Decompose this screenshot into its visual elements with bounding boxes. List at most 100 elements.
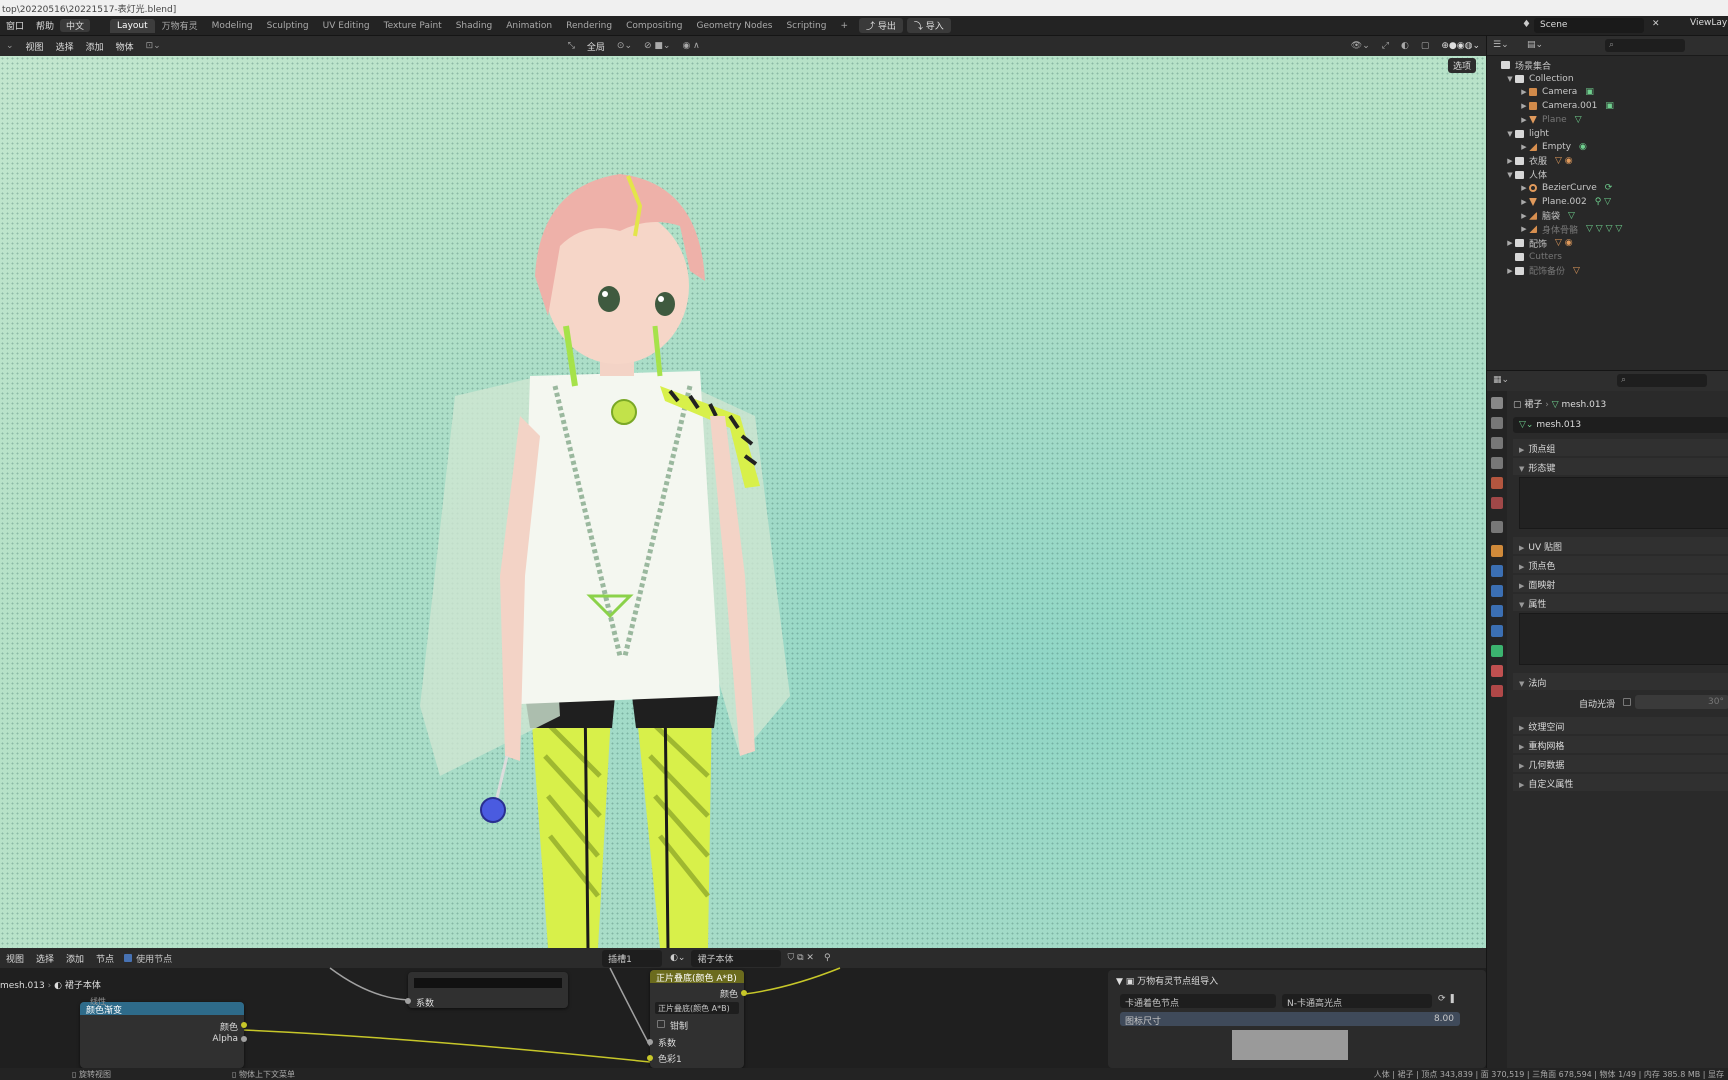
object-tab-icon[interactable] — [1491, 545, 1503, 557]
proportional-edit-icon[interactable]: ◉ ∧ — [676, 41, 705, 51]
snap-icon[interactable]: ⊘ ■⌄ — [638, 41, 676, 51]
addon-size-slider[interactable]: 图标尺寸 8.00 — [1120, 1012, 1460, 1027]
tab-layout[interactable]: Layout — [110, 18, 155, 33]
section-attributes[interactable]: ▼ 属性 — [1513, 594, 1728, 611]
mix-factor-socket[interactable] — [647, 1039, 653, 1045]
xray-icon[interactable]: ▢ — [1415, 41, 1436, 51]
mix-rgb-node[interactable]: 正片叠底(颜色 A*B) 颜色 正片叠底(颜色 A*B) 钳制 系数 色彩1 — [647, 970, 747, 1068]
viewport-options-button[interactable]: 选项 — [1448, 58, 1477, 73]
view-layer-tab-icon[interactable] — [1491, 457, 1503, 469]
collapse-arrow-icon[interactable]: ▶ — [1519, 88, 1529, 96]
addon-dropdown-highlight[interactable]: N-卡通高光点 — [1282, 994, 1432, 1009]
import-button[interactable]: ⤵ 导入 — [906, 18, 951, 33]
auto-smooth-checkbox[interactable] — [1623, 698, 1631, 706]
texture-tab-icon[interactable] — [1491, 685, 1503, 697]
clamp-checkbox[interactable] — [657, 1020, 665, 1028]
auto-smooth-angle-field[interactable]: 30° — [1635, 695, 1728, 709]
addon-panel-header[interactable]: ▼ ▣ 万物有灵节点组导入 — [1116, 974, 1218, 987]
menu-window[interactable]: 窗口 — [0, 19, 30, 32]
collapse-arrow-icon[interactable]: ▶ — [1519, 212, 1529, 220]
colorramp-color-socket[interactable] — [241, 1022, 247, 1028]
world-tab-icon[interactable] — [1491, 497, 1503, 509]
render-tab-icon[interactable] — [1491, 417, 1503, 429]
section-remesh[interactable]: ▶ 重构网格 — [1513, 736, 1728, 753]
tab-geometry-nodes[interactable]: Geometry Nodes — [690, 19, 780, 33]
tab-animation[interactable]: Animation — [499, 19, 559, 33]
outliner-item[interactable]: ▼ 人体 — [1487, 168, 1728, 182]
props-search-input[interactable]: ⌕ — [1617, 374, 1707, 387]
mix-output-socket[interactable] — [741, 990, 747, 996]
collapse-arrow-icon[interactable]: ▶ — [1519, 116, 1529, 124]
collection-tab-icon[interactable] — [1491, 521, 1503, 533]
section-texture-space[interactable]: ▶ 纹理空间 — [1513, 717, 1728, 734]
expand-arrow-icon[interactable]: ▼ — [1505, 171, 1515, 179]
outliner-item[interactable]: ▶ Camera ▣ — [1487, 85, 1728, 99]
tab-wanwu[interactable]: 万物有灵 — [155, 17, 205, 34]
constraints-tab-icon[interactable] — [1491, 625, 1503, 637]
visibility-icon[interactable]: 👁⌄ — [1345, 41, 1376, 51]
outliner-item[interactable]: ▶ 身体骨骼 ▽ ▽ ▽ ▽ — [1487, 222, 1728, 236]
export-button[interactable]: ⤴ 导出 — [859, 18, 903, 33]
vp-menu-add[interactable]: 添加 — [80, 40, 110, 53]
section-face-maps[interactable]: ▶ 面映射 — [1513, 575, 1728, 592]
outliner-item[interactable]: 场景集合 — [1487, 58, 1728, 72]
colorramp-node[interactable]: 颜色渐变 颜色 Alpha — [80, 1002, 247, 1068]
pivot-icon[interactable]: ⊙⌄ — [611, 41, 638, 51]
data-tab-icon[interactable] — [1491, 645, 1503, 657]
outliner-search-input[interactable]: ⌕ — [1605, 39, 1685, 52]
props-editor-icon[interactable]: ▦⌄ — [1493, 375, 1509, 385]
vp-menu-object[interactable]: 物体 — [110, 40, 140, 53]
select-mode-icon[interactable]: ⊡⌄ — [140, 41, 167, 51]
tab-sculpting[interactable]: Sculpting — [260, 19, 316, 33]
outliner-item[interactable]: ▶ 衣服 ▽ ◉ — [1487, 154, 1728, 168]
close-scene-icon[interactable]: ✕ — [1652, 19, 1660, 29]
collapse-arrow-icon[interactable]: ▶ — [1519, 143, 1529, 151]
section-uv-maps[interactable]: ▶ UV 贴图 — [1513, 537, 1728, 554]
display-mode-icon[interactable]: ▤⌄ — [1527, 40, 1543, 50]
vp-menu-view[interactable]: 视图 — [20, 40, 50, 53]
collapse-arrow-icon[interactable]: ▶ — [1505, 267, 1515, 275]
outliner-item[interactable]: ▼ Collection — [1487, 72, 1728, 86]
outliner-item[interactable]: ▶ Camera.001 ▣ — [1487, 99, 1728, 113]
scene-selector[interactable]: Scene — [1534, 18, 1644, 33]
section-custom-properties[interactable]: ▶ 自定义属性 — [1513, 774, 1728, 791]
outliner-item[interactable]: ▶ BezierCurve ⟳ — [1487, 181, 1728, 195]
expand-arrow-icon[interactable]: ▼ — [1505, 130, 1515, 138]
outliner-item[interactable]: ▶ Empty ◉ — [1487, 140, 1728, 154]
tool-tab-icon[interactable] — [1491, 397, 1503, 409]
mix-blend-mode-select[interactable]: 正片叠底(颜色 A*B) — [655, 1002, 739, 1014]
collapse-arrow-icon[interactable]: ▶ — [1505, 157, 1515, 165]
attributes-list[interactable] — [1519, 613, 1728, 665]
collapse-arrow-icon[interactable]: ▶ — [1519, 102, 1529, 110]
outliner-item[interactable]: ▶ 脑袋 ▽ — [1487, 209, 1728, 223]
outliner-item[interactable]: ▶ 配饰备份 ▽ — [1487, 264, 1728, 278]
modifier-tab-icon[interactable] — [1491, 565, 1503, 577]
tab-compositing[interactable]: Compositing — [619, 19, 689, 33]
editor-type-icon[interactable]: ⌄ — [0, 41, 20, 51]
particles-tab-icon[interactable] — [1491, 585, 1503, 597]
breadcrumb-object[interactable]: 裙子 — [1524, 400, 1542, 410]
mesh-datablock-field[interactable]: ▽⌄ mesh.013 — [1513, 417, 1728, 433]
refresh-icon[interactable]: ⟳ ❚ — [1438, 994, 1456, 1004]
outliner-item[interactable]: ▶ Plane ▽ — [1487, 113, 1728, 127]
breadcrumb-mesh[interactable]: mesh.013 — [1562, 400, 1607, 410]
tab-texture-paint[interactable]: Texture Paint — [377, 19, 449, 33]
section-normals[interactable]: ▼ 法向 — [1513, 673, 1728, 690]
section-geometry-data[interactable]: ▶ 几何数据 — [1513, 755, 1728, 772]
tab-shading[interactable]: Shading — [449, 19, 500, 33]
add-workspace-button[interactable]: + — [833, 19, 855, 33]
transform-orientation-select[interactable]: 全局 — [581, 40, 611, 53]
tab-scripting[interactable]: Scripting — [779, 19, 833, 33]
scene-tab-icon[interactable] — [1491, 477, 1503, 489]
addon-dropdown-shader[interactable]: 卡通着色节点 — [1120, 994, 1276, 1009]
outliner-item[interactable]: ▶ 配饰 ▽ ◉ — [1487, 236, 1728, 250]
input-node[interactable]: 系数 — [405, 972, 568, 1009]
output-tab-icon[interactable] — [1491, 437, 1503, 449]
physics-tab-icon[interactable] — [1491, 605, 1503, 617]
gizmo-icon[interactable]: ⤢ — [1376, 41, 1395, 51]
shape-keys-list[interactable] — [1519, 477, 1728, 529]
collapse-arrow-icon[interactable]: ▶ — [1519, 198, 1529, 206]
mix-node-header[interactable]: 正片叠底(颜色 A*B) — [650, 970, 744, 984]
3d-viewport[interactable] — [0, 56, 1486, 948]
shader-node-editor[interactable]: 视图 选择 添加 节点 使用节点 插槽1 ◐⌄ 裙子本体 ⛉ ⧉ ✕ ⚲ mes… — [0, 948, 1486, 1068]
